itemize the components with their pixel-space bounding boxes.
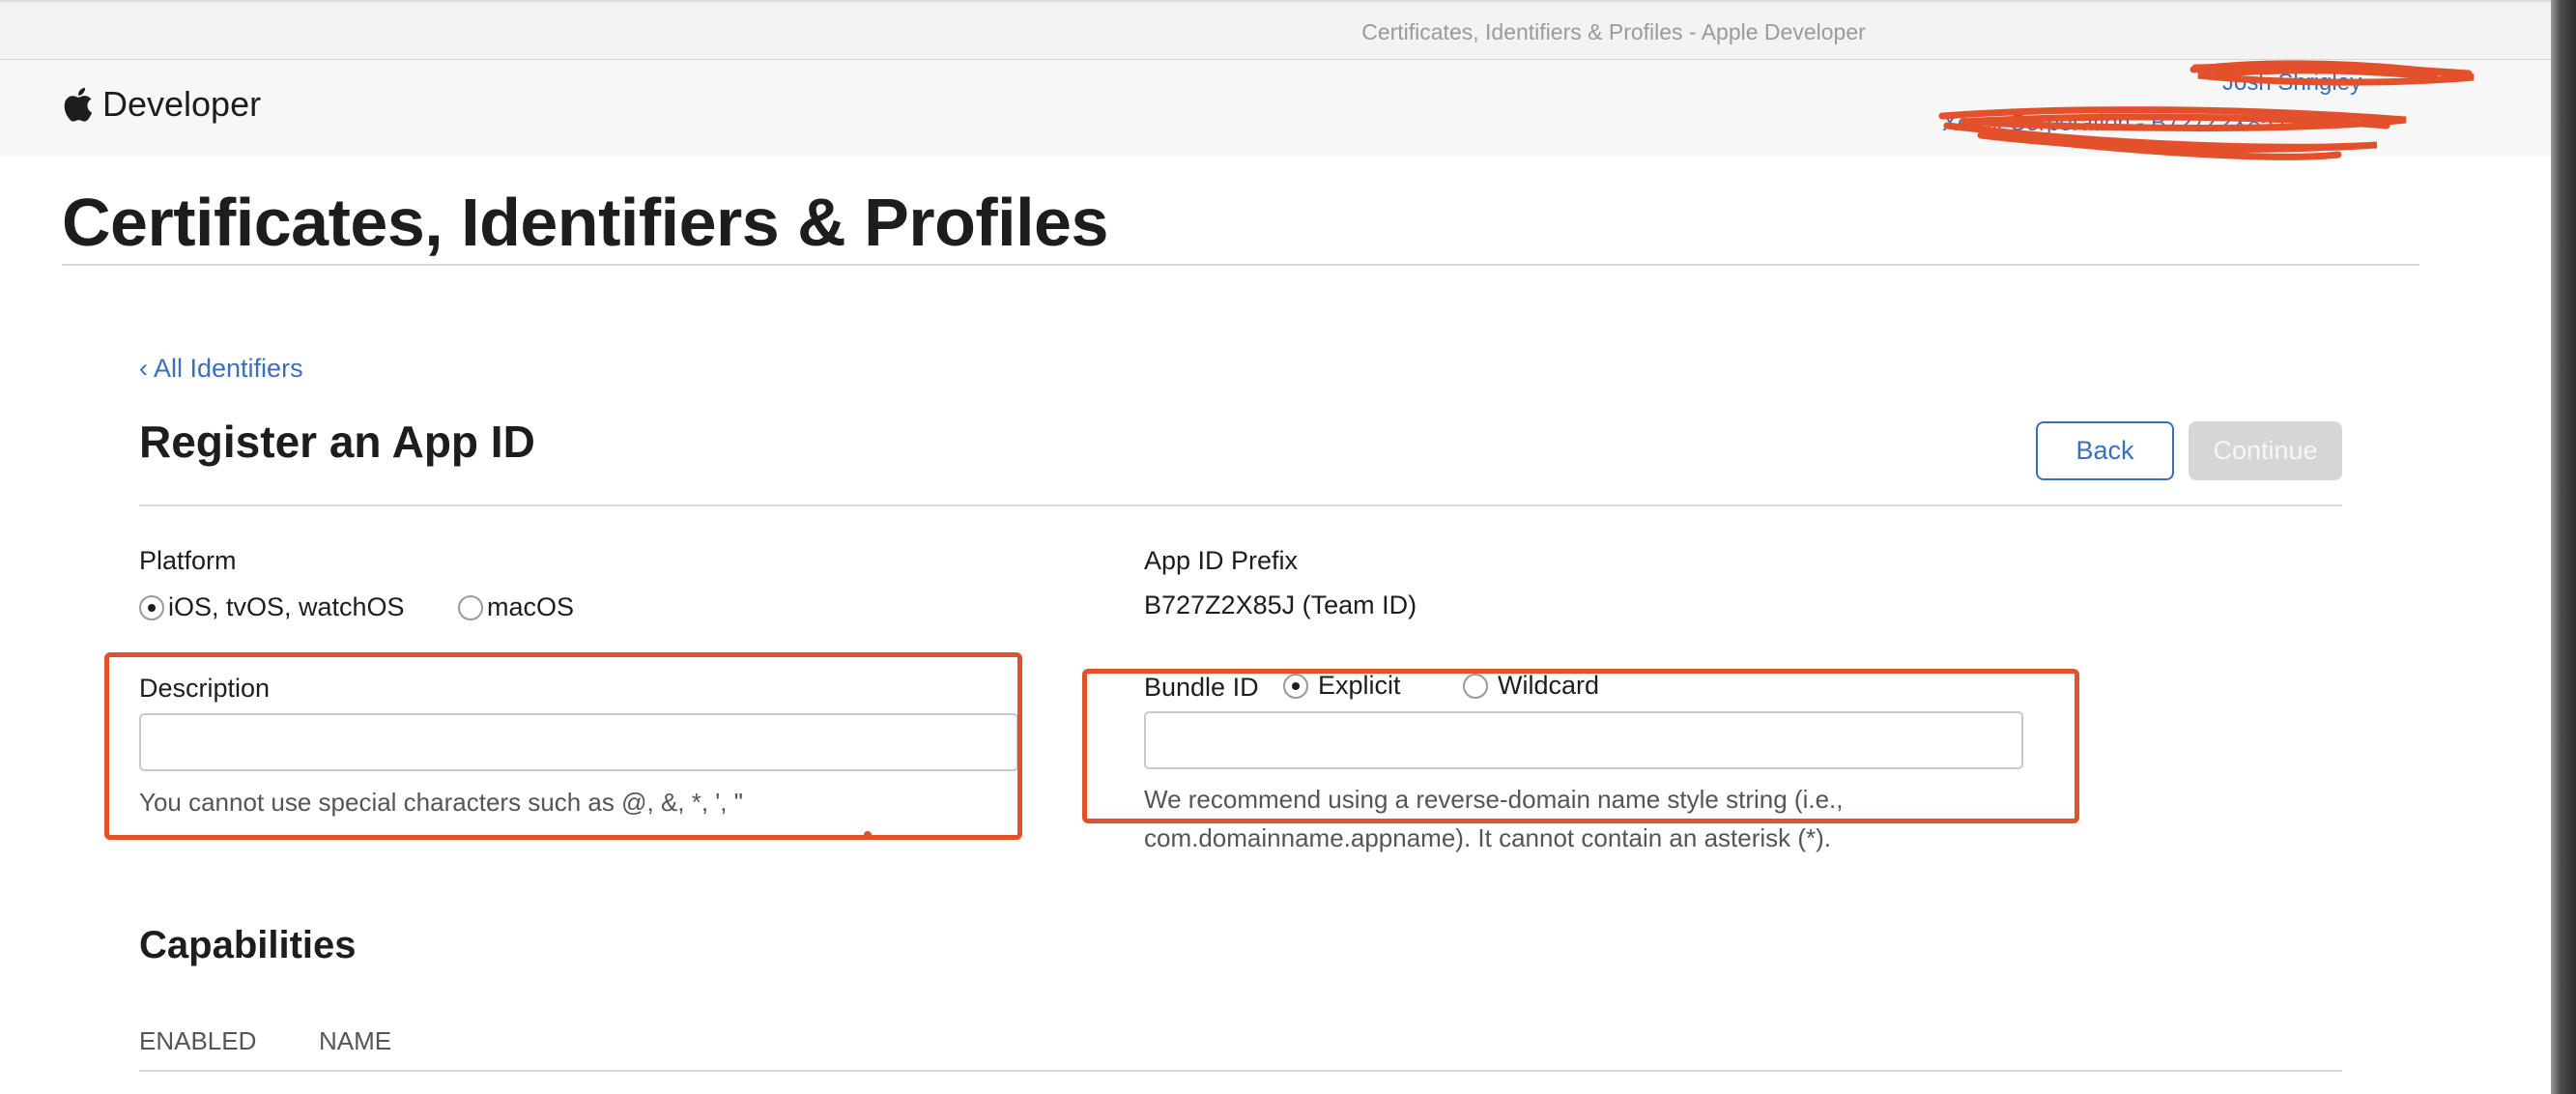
bundle-id-help-2: com.domainname.appname). It cannot conta… [1144, 823, 1832, 852]
window-title: Certificates, Identifiers & Profiles - A… [1361, 19, 1866, 44]
divider [62, 264, 2419, 266]
form-heading: Register an App ID [139, 417, 535, 467]
apple-logo-icon [64, 87, 93, 122]
platform-label: Platform [139, 546, 237, 575]
all-identifiers-link[interactable]: ‹ All Identifiers [139, 354, 303, 384]
continue-button[interactable]: Continue [2189, 421, 2342, 480]
back-button[interactable]: Back [2036, 421, 2174, 480]
radio-checked-icon[interactable] [139, 594, 164, 620]
platform-option-macos[interactable]: macOS [458, 592, 574, 622]
page-title: Certificates, Identifiers & Profiles [62, 185, 1108, 260]
account-name[interactable]: Josh Shrigley [2222, 70, 2361, 97]
developer-logo-link[interactable]: Developer [62, 81, 261, 128]
platform-option-ios[interactable]: iOS, tvOS, watchOS [139, 592, 405, 622]
divider [139, 504, 2342, 506]
capabilities-heading: Capabilities [139, 924, 357, 966]
developer-brand: Developer [102, 84, 262, 124]
divider [139, 1070, 2342, 1072]
account-team[interactable]: Xerox Corporation - B727Z2X85J [1942, 110, 2285, 137]
radio-unchecked-icon[interactable] [458, 594, 483, 620]
column-header-name: NAME [319, 1026, 392, 1055]
annotation-box-bundle-id [1082, 669, 2079, 823]
annotation-dot [864, 831, 872, 839]
window-titlebar: Certificates, Identifiers & Profiles - A… [0, 0, 2551, 60]
column-header-enabled: ENABLED [139, 1026, 257, 1055]
annotation-box-description [104, 652, 1022, 840]
developer-header [0, 60, 2551, 157]
window-edge-shadow [2551, 0, 2576, 1094]
app-id-prefix-value: B727Z2X85J (Team ID) [1144, 590, 1417, 619]
app-id-prefix-label: App ID Prefix [1144, 546, 1299, 575]
